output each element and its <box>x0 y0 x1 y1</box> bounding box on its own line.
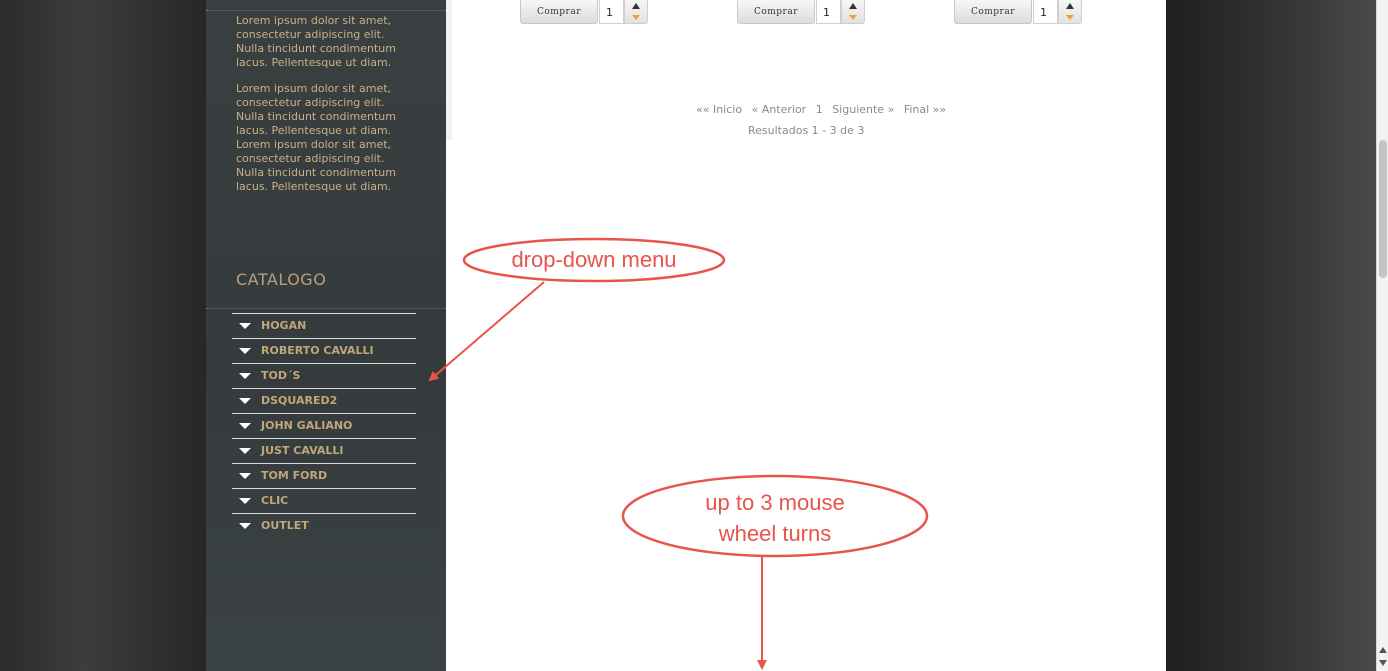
increment-arrow-icon[interactable] <box>849 3 857 9</box>
annotation-text-scroll-line2: wheel turns <box>718 521 832 546</box>
page-background-right <box>1166 0 1376 671</box>
pagination-last-link[interactable]: Final »» <box>904 103 946 116</box>
annotation-text-scroll-line1: up to 3 mouse <box>705 490 845 515</box>
catalog-item-john-galiano[interactable]: JOHN GALIANO <box>232 413 416 438</box>
main-content: Comprar 1 Comprar 1 Comprar 1 «« Inicio … <box>446 0 1166 671</box>
dropdown-arrow-icon <box>239 523 251 529</box>
buy-button[interactable]: Comprar <box>954 0 1032 24</box>
product-buy-control: Comprar 1 <box>520 0 648 24</box>
catalog-item-label: ROBERTO CAVALLI <box>261 344 374 357</box>
catalog-item-dsquared2[interactable]: DSQUARED2 <box>232 388 416 413</box>
annotation-text-dropdown: drop-down menu <box>511 247 677 272</box>
catalog-item-label: JOHN GALIANO <box>261 419 353 432</box>
dropdown-arrow-icon <box>239 348 251 354</box>
pagination-prev-link[interactable]: « Anterior <box>752 103 807 116</box>
buy-button[interactable]: Comprar <box>520 0 598 24</box>
catalog-item-label: OUTLET <box>261 519 309 532</box>
catalog-item-label: CLIC <box>261 494 289 507</box>
product-buy-control: Comprar 1 <box>954 0 1082 24</box>
catalog-menu: HOGAN ROBERTO CAVALLI TOD´S DSQUARED2 JO… <box>232 313 416 538</box>
content-shadow <box>446 0 452 140</box>
sidebar-divider <box>206 10 446 11</box>
pagination-first-link[interactable]: «« Inicio <box>696 103 742 116</box>
catalog-item-label: TOM FORD <box>261 469 328 482</box>
catalog-item-outlet[interactable]: OUTLET <box>232 513 416 538</box>
quantity-stepper[interactable] <box>841 0 865 24</box>
catalog-item-tom-ford[interactable]: TOM FORD <box>232 463 416 488</box>
quantity-stepper[interactable] <box>624 0 648 24</box>
scroll-up-arrow-icon[interactable] <box>1379 647 1387 653</box>
page-background-left <box>0 0 206 671</box>
results-count: Resultados 1 - 3 de 3 <box>748 124 865 137</box>
pagination: «« Inicio « Anterior 1 Siguiente » Final… <box>696 103 1196 116</box>
vertical-scrollbar[interactable] <box>1376 0 1388 671</box>
catalog-item-hogan[interactable]: HOGAN <box>232 313 416 338</box>
dropdown-arrow-icon <box>239 323 251 329</box>
catalog-item-label: JUST CAVALLI <box>261 444 344 457</box>
quantity-input[interactable]: 1 <box>599 0 624 24</box>
dropdown-arrow-icon <box>239 423 251 429</box>
dropdown-arrow-icon <box>239 398 251 404</box>
sidebar: Lorem ipsum dolor sit amet, consectetur … <box>206 0 446 671</box>
catalog-item-just-cavalli[interactable]: JUST CAVALLI <box>232 438 416 463</box>
quantity-input[interactable]: 1 <box>1033 0 1058 24</box>
decrement-arrow-icon[interactable] <box>632 15 640 20</box>
catalog-item-clic[interactable]: CLIC <box>232 488 416 513</box>
decrement-arrow-icon[interactable] <box>849 15 857 20</box>
pagination-next-link[interactable]: Siguiente » <box>832 103 894 116</box>
dropdown-arrow-icon <box>239 473 251 479</box>
buy-button[interactable]: Comprar <box>737 0 815 24</box>
catalog-item-label: HOGAN <box>261 319 307 332</box>
increment-arrow-icon[interactable] <box>1066 3 1074 9</box>
scroll-down-arrow-icon[interactable] <box>1379 660 1387 666</box>
dropdown-arrow-icon <box>239 498 251 504</box>
catalog-title: CATALOGO <box>236 270 327 289</box>
quantity-stepper[interactable] <box>1058 0 1082 24</box>
dropdown-arrow-icon <box>239 448 251 454</box>
product-buy-control: Comprar 1 <box>737 0 865 24</box>
decrement-arrow-icon[interactable] <box>1066 15 1074 20</box>
dropdown-arrow-icon <box>239 373 251 379</box>
catalog-item-label: TOD´S <box>261 369 301 382</box>
catalog-item-label: DSQUARED2 <box>261 394 338 407</box>
increment-arrow-icon[interactable] <box>632 3 640 9</box>
quantity-input[interactable]: 1 <box>816 0 841 24</box>
scrollbar-thumb[interactable] <box>1379 140 1387 278</box>
catalog-item-tods[interactable]: TOD´S <box>232 363 416 388</box>
pagination-current-page[interactable]: 1 <box>816 103 823 116</box>
sidebar-paragraph: Lorem ipsum dolor sit amet, consectetur … <box>236 14 396 69</box>
catalog-item-roberto-cavalli[interactable]: ROBERTO CAVALLI <box>232 338 416 363</box>
catalog-divider <box>206 308 446 309</box>
sidebar-paragraph: Lorem ipsum dolor sit amet, consectetur … <box>236 82 396 193</box>
